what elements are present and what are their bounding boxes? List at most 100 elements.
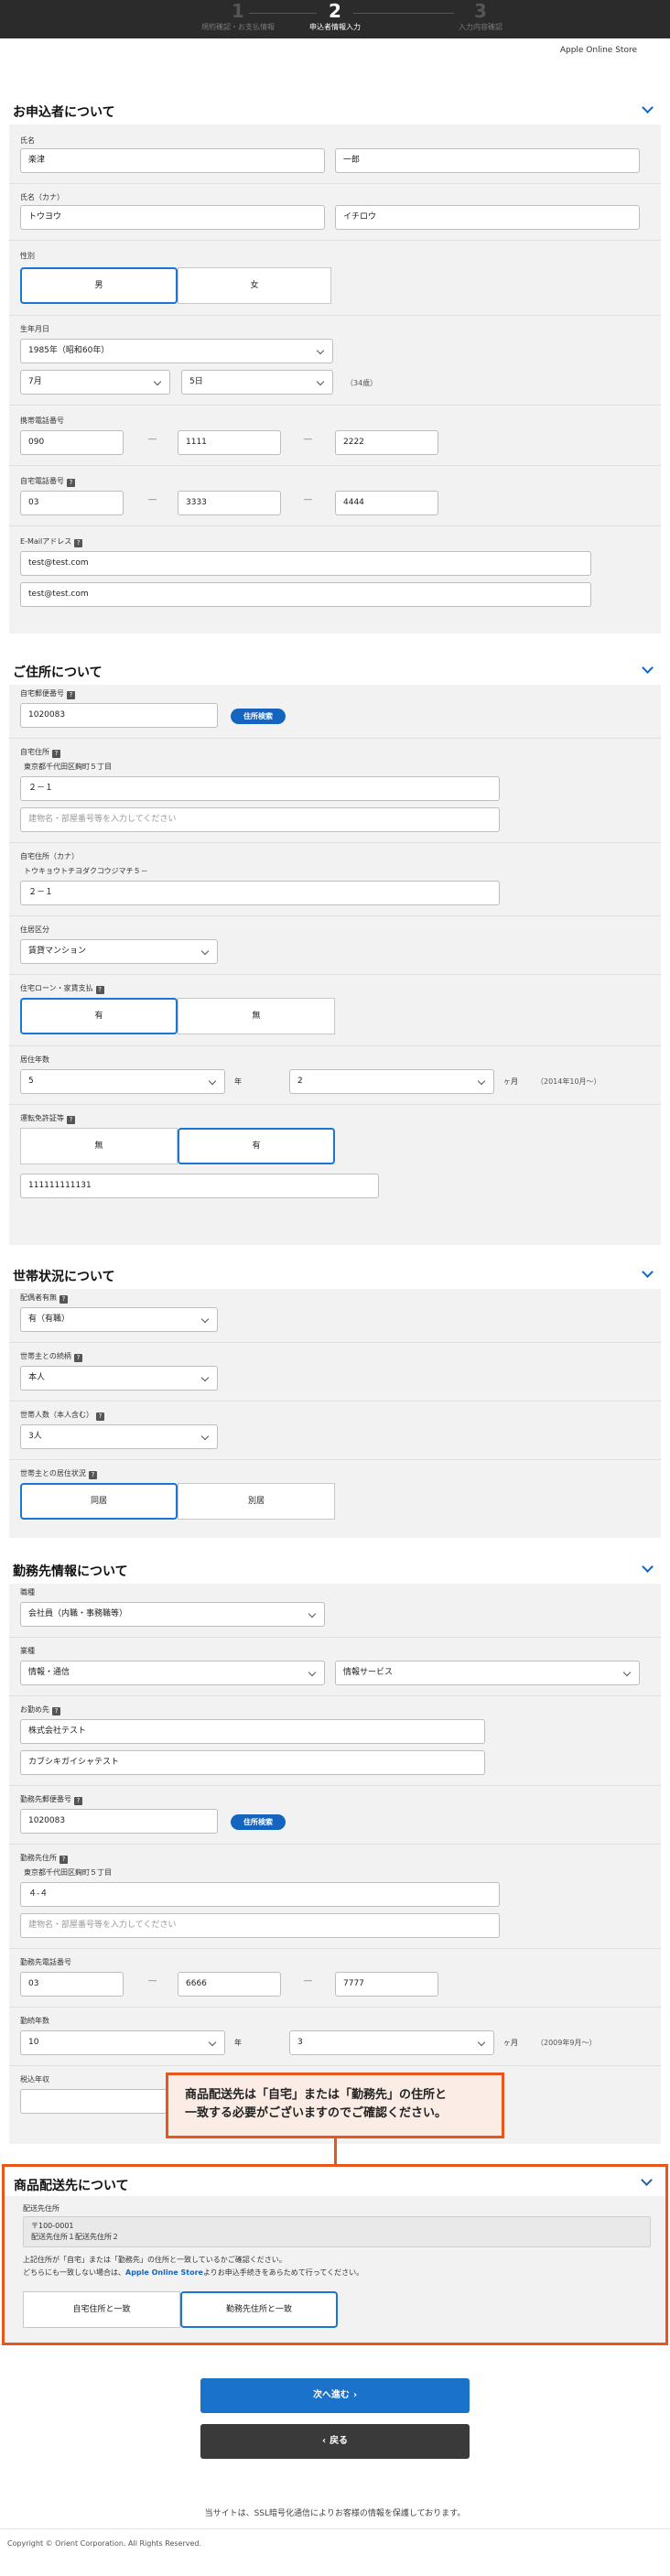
license-number-input[interactable]: 111111111131: [20, 1174, 379, 1198]
household-count-select[interactable]: 3人: [20, 1424, 218, 1449]
last-kana-input[interactable]: トウヨウ: [20, 205, 325, 230]
help-icon[interactable]: ?: [52, 750, 60, 758]
mobile-part-2[interactable]: 1111: [178, 430, 281, 455]
help-icon[interactable]: ?: [59, 1295, 68, 1304]
help-icon[interactable]: ?: [95, 986, 104, 994]
relation-label: 世帯主との続柄?: [20, 1351, 82, 1362]
residence-years-select[interactable]: 5: [20, 1069, 225, 1094]
home-phone-label: 自宅電話番号?: [20, 476, 75, 487]
divider: [9, 183, 661, 184]
help-icon[interactable]: ?: [52, 1707, 60, 1716]
company-input[interactable]: 株式会社テスト: [20, 1719, 485, 1744]
chevron-down-icon[interactable]: [642, 662, 654, 674]
work-addr-line1-input[interactable]: ４-４: [20, 1882, 500, 1907]
gender-male-button[interactable]: 男: [20, 267, 178, 304]
store-name: Apple Online Store: [559, 46, 637, 55]
first-kana-input[interactable]: イチロウ: [335, 205, 640, 230]
work-tel-part-2[interactable]: 6666: [178, 1972, 281, 1997]
company-kana-input[interactable]: カブシキガイシャテスト: [20, 1750, 485, 1775]
addr-line1-input[interactable]: ２－１: [20, 776, 500, 801]
industry-label: 業種: [20, 1647, 35, 1655]
chevron-down-icon[interactable]: [642, 102, 654, 114]
loan-no-button[interactable]: 無: [178, 998, 335, 1034]
license-no-button[interactable]: 無: [20, 1128, 178, 1164]
relation-select[interactable]: 本人: [20, 1366, 218, 1391]
address-section-header[interactable]: ご住所について: [9, 655, 661, 683]
license-yes-button[interactable]: 有: [178, 1128, 335, 1164]
help-icon[interactable]: ?: [74, 1797, 82, 1805]
industry-sub-select[interactable]: 情報サービス: [335, 1661, 640, 1685]
birth-year-select[interactable]: 1985年（昭和60年）: [20, 339, 333, 363]
match-home-button[interactable]: 自宅住所と一致: [23, 2291, 180, 2328]
mobile-part-1[interactable]: 090: [20, 430, 124, 455]
loan-yes-button[interactable]: 有: [20, 998, 178, 1034]
work-tel-part-1[interactable]: 03: [20, 1972, 124, 1997]
divider: [9, 974, 661, 975]
dash-separator: ―: [148, 435, 157, 444]
address-section: 自宅郵便番号? 1020083 住所検索 自宅住所? 東京都千代田区麹町５丁目 …: [9, 685, 661, 1245]
applicant-section-title: お申込者について: [13, 105, 115, 120]
email-confirm-input[interactable]: test@test.com: [20, 582, 591, 607]
job-select[interactable]: 会社員（内職・事務職等）: [20, 1602, 325, 1627]
gender-female-button[interactable]: 女: [178, 267, 331, 304]
residence-years-label: 居住年数: [20, 1055, 49, 1064]
help-icon[interactable]: ?: [59, 1856, 68, 1864]
last-name-input[interactable]: 楽津: [20, 148, 325, 173]
dash-separator: ―: [304, 435, 312, 444]
addr-prefilled: 東京都千代田区麹町５丁目: [24, 763, 112, 771]
divider: [9, 738, 661, 739]
spouse-select[interactable]: 有（有職）: [20, 1307, 218, 1332]
back-button[interactable]: ‹ 戻る: [200, 2424, 470, 2459]
address-search-button[interactable]: 住所検索: [231, 709, 286, 724]
callout-line-2: 一致する必要がございますのでご確認ください。: [185, 2106, 448, 2120]
employment-section-header[interactable]: 勤務先情報について: [9, 1554, 661, 1582]
delivery-section-header[interactable]: 商品配送先について: [5, 2167, 665, 2196]
chevron-down-icon[interactable]: [642, 1561, 654, 1573]
living-apart-button[interactable]: 別居: [178, 1483, 335, 1520]
divider: [9, 915, 661, 916]
household-section-header[interactable]: 世帯状況について: [9, 1260, 661, 1287]
applicant-section-header[interactable]: お申込者について: [9, 95, 661, 123]
work-addr-line2-placeholder: 建物名・部屋番号等を入力してください: [28, 1921, 177, 1930]
help-icon[interactable]: ?: [67, 691, 75, 699]
birth-day-select[interactable]: 5日: [181, 370, 333, 395]
living-together-button[interactable]: 同居: [20, 1483, 178, 1520]
work-tel-part-3[interactable]: 7777: [335, 1972, 438, 1997]
residence-type-select[interactable]: 賃貸マンション: [20, 939, 218, 964]
income-label: 税込年収: [20, 2075, 49, 2084]
home-phone-part-2[interactable]: 3333: [178, 491, 281, 515]
help-icon[interactable]: ?: [67, 479, 75, 487]
work-addr-line2-input[interactable]: 建物名・部屋番号等を入力してください: [20, 1913, 500, 1938]
next-button[interactable]: 次へ進む ›: [200, 2378, 470, 2413]
company-label: お勤め先?: [20, 1705, 60, 1716]
chevron-down-icon[interactable]: [641, 2174, 653, 2186]
work-address-search-button[interactable]: 住所検索: [231, 1814, 286, 1830]
help-icon[interactable]: ?: [88, 1471, 97, 1479]
home-phone-part-3[interactable]: 4444: [335, 491, 438, 515]
chevron-down-icon[interactable]: [642, 1266, 654, 1278]
work-zip-input[interactable]: 1020083: [20, 1809, 218, 1834]
help-icon[interactable]: ?: [96, 1412, 104, 1421]
addr-kana-input[interactable]: ２－１: [20, 881, 500, 905]
addr-label-text: 自宅住所: [20, 748, 49, 756]
help-icon[interactable]: ?: [74, 539, 83, 547]
work-months-select[interactable]: 3: [289, 2030, 494, 2055]
email-input[interactable]: test@test.com: [20, 551, 591, 576]
birth-month-select[interactable]: 7月: [20, 370, 170, 395]
loan-label: 住宅ローン・家賃支払?: [20, 983, 104, 994]
work-years-select[interactable]: 10: [20, 2030, 225, 2055]
addr-line2-input[interactable]: 建物名・部屋番号等を入力してください: [20, 807, 500, 832]
industry-select[interactable]: 情報・通信: [20, 1661, 325, 1685]
residence-months-select[interactable]: 2: [289, 1069, 494, 1094]
home-phone-part-1[interactable]: 03: [20, 491, 124, 515]
divider: [9, 1401, 661, 1402]
help-icon[interactable]: ?: [73, 1354, 82, 1362]
copyright: Copyright © Orient Corporation. All Righ…: [7, 2539, 202, 2548]
first-name-input[interactable]: 一郎: [335, 148, 640, 173]
match-work-button[interactable]: 勤務先住所と一致: [180, 2291, 338, 2328]
zip-input[interactable]: 1020083: [20, 703, 218, 728]
mobile-part-3[interactable]: 2222: [335, 430, 438, 455]
help-icon[interactable]: ?: [67, 1116, 75, 1124]
dash-separator: ―: [148, 495, 157, 504]
apple-store-link[interactable]: Apple Online Store: [125, 2268, 203, 2277]
